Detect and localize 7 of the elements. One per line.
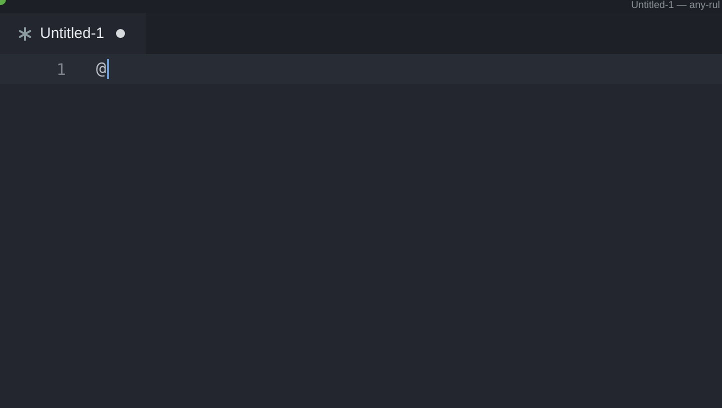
- asterisk-icon: [18, 26, 32, 40]
- code-text[interactable]: @: [96, 59, 110, 79]
- line-number: 1: [55, 60, 66, 78]
- tab-label: Untitled-1: [40, 25, 104, 42]
- window-title: Untitled-1 — any-rul: [631, 0, 721, 12]
- editor-tab[interactable]: Untitled-1: [0, 13, 146, 54]
- unsaved-dot-icon[interactable]: [116, 29, 126, 38]
